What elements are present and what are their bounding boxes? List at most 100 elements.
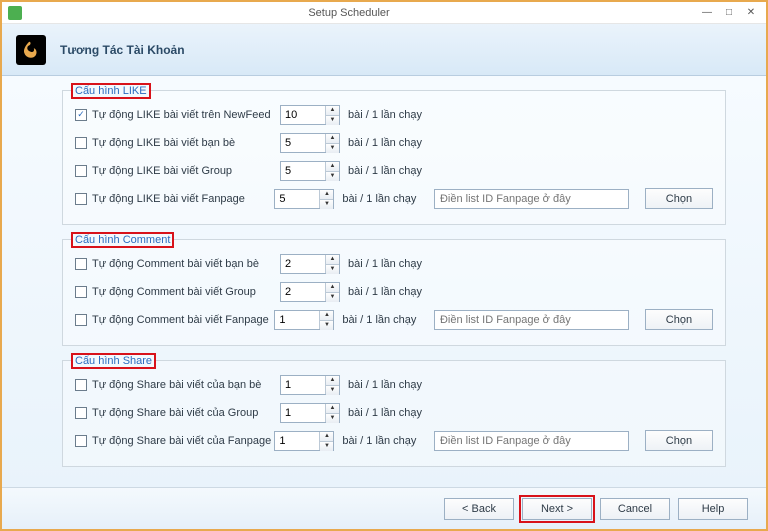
share-friends-spinner[interactable]: ▲▼ xyxy=(280,375,340,395)
share-friends-checkbox[interactable] xyxy=(75,379,87,391)
next-button[interactable]: Next > xyxy=(522,498,592,520)
minimize-button[interactable]: — xyxy=(698,6,716,20)
share-friends-label: Tự động Share bài viết của bạn bè xyxy=(92,379,261,391)
like-row-newfeed: Tự động LIKE bài viết trên NewFeed ▲▼ bà… xyxy=(75,102,713,127)
chevron-down-icon[interactable]: ▼ xyxy=(326,386,339,395)
spinner-arrows[interactable]: ▲▼ xyxy=(325,134,339,152)
like-fanpage-value[interactable] xyxy=(275,190,319,208)
group-comment-legend: Cấu hình Comment xyxy=(71,232,174,248)
chevron-up-icon[interactable]: ▲ xyxy=(326,255,339,265)
spinner-arrows[interactable]: ▲▼ xyxy=(319,432,333,450)
like-newfeed-checkbox[interactable] xyxy=(75,109,87,121)
comment-row-fanpage: Tự động Comment bài viết Fanpage ▲▼ bài … xyxy=(75,307,713,332)
window: Setup Scheduler — □ ✕ Tương Tác Tài Khoả… xyxy=(0,0,768,531)
share-fanpage-value[interactable] xyxy=(275,432,319,450)
like-friends-value[interactable] xyxy=(281,134,325,152)
like-friends-spinner[interactable]: ▲▼ xyxy=(280,133,340,153)
close-button[interactable]: ✕ xyxy=(742,6,760,20)
share-fanpage-checkbox[interactable] xyxy=(75,435,87,447)
like-group-spinner[interactable]: ▲▼ xyxy=(280,161,340,181)
like-row-friends: Tự động LIKE bài viết bạn bè ▲▼ bài / 1 … xyxy=(75,130,713,155)
comment-friends-value[interactable] xyxy=(281,255,325,273)
share-fanpage-ids-input[interactable] xyxy=(434,431,629,451)
chevron-up-icon[interactable]: ▲ xyxy=(326,404,339,414)
chevron-up-icon[interactable]: ▲ xyxy=(326,283,339,293)
comment-fanpage-label: Tự động Comment bài viết Fanpage xyxy=(92,314,269,326)
chevron-down-icon[interactable]: ▼ xyxy=(326,116,339,125)
share-row-fanpage: Tự động Share bài viết của Fanpage ▲▼ bà… xyxy=(75,428,713,453)
chevron-up-icon[interactable]: ▲ xyxy=(326,162,339,172)
like-group-unit: bài / 1 lần chạy xyxy=(348,165,438,177)
share-row-friends: Tự động Share bài viết của bạn bè ▲▼ bài… xyxy=(75,372,713,397)
share-fanpage-unit: bài / 1 lần chạy xyxy=(342,435,430,447)
comment-fanpage-choose-button[interactable]: Chọn xyxy=(645,309,713,330)
chevron-up-icon[interactable]: ▲ xyxy=(326,106,339,116)
chevron-up-icon[interactable]: ▲ xyxy=(326,134,339,144)
comment-fanpage-spinner[interactable]: ▲▼ xyxy=(274,310,334,330)
like-newfeed-label: Tự động LIKE bài viết trên NewFeed xyxy=(92,109,271,121)
share-group-checkbox[interactable] xyxy=(75,407,87,419)
chevron-up-icon[interactable]: ▲ xyxy=(320,190,333,200)
chevron-down-icon[interactable]: ▼ xyxy=(326,172,339,181)
group-share-legend: Cấu hình Share xyxy=(71,353,156,369)
maximize-button[interactable]: □ xyxy=(720,6,738,20)
chevron-down-icon[interactable]: ▼ xyxy=(320,200,333,209)
like-friends-checkbox[interactable] xyxy=(75,137,87,149)
comment-friends-checkbox[interactable] xyxy=(75,258,87,270)
spinner-arrows[interactable]: ▲▼ xyxy=(319,190,333,208)
chevron-up-icon[interactable]: ▲ xyxy=(326,376,339,386)
chevron-down-icon[interactable]: ▼ xyxy=(326,293,339,302)
comment-group-value[interactable] xyxy=(281,283,325,301)
spinner-arrows[interactable]: ▲▼ xyxy=(325,404,339,422)
header-band: Tương Tác Tài Khoản xyxy=(2,24,766,76)
comment-fanpage-value[interactable] xyxy=(275,311,319,329)
comment-friends-unit: bài / 1 lần chạy xyxy=(348,258,438,270)
comment-friends-spinner[interactable]: ▲▼ xyxy=(280,254,340,274)
share-group-spinner[interactable]: ▲▼ xyxy=(280,403,340,423)
share-friends-value[interactable] xyxy=(281,376,325,394)
chevron-down-icon[interactable]: ▼ xyxy=(320,321,333,330)
like-newfeed-value[interactable] xyxy=(281,106,325,124)
like-row-fanpage: Tự động LIKE bài viết Fanpage ▲▼ bài / 1… xyxy=(75,186,713,211)
chevron-down-icon[interactable]: ▼ xyxy=(326,144,339,153)
like-newfeed-spinner[interactable]: ▲▼ xyxy=(280,105,340,125)
comment-group-checkbox[interactable] xyxy=(75,286,87,298)
spinner-arrows[interactable]: ▲▼ xyxy=(325,283,339,301)
chevron-up-icon[interactable]: ▲ xyxy=(320,311,333,321)
help-button[interactable]: Help xyxy=(678,498,748,520)
share-fanpage-spinner[interactable]: ▲▼ xyxy=(274,431,334,451)
share-group-value[interactable] xyxy=(281,404,325,422)
spinner-arrows[interactable]: ▲▼ xyxy=(325,162,339,180)
like-newfeed-unit: bài / 1 lần chạy xyxy=(348,109,438,121)
like-fanpage-ids-input[interactable] xyxy=(434,189,629,209)
content-area: Cấu hình LIKE Tự động LIKE bài viết trên… xyxy=(2,76,766,487)
share-row-group: Tự động Share bài viết của Group ▲▼ bài … xyxy=(75,400,713,425)
comment-fanpage-checkbox[interactable] xyxy=(75,314,87,326)
like-fanpage-checkbox[interactable] xyxy=(75,193,87,205)
chevron-down-icon[interactable]: ▼ xyxy=(320,442,333,451)
like-friends-unit: bài / 1 lần chạy xyxy=(348,137,438,149)
spinner-arrows[interactable]: ▲▼ xyxy=(325,255,339,273)
chevron-down-icon[interactable]: ▼ xyxy=(326,265,339,274)
like-group-value[interactable] xyxy=(281,162,325,180)
spinner-arrows[interactable]: ▲▼ xyxy=(325,376,339,394)
comment-group-spinner[interactable]: ▲▼ xyxy=(280,282,340,302)
spinner-arrows[interactable]: ▲▼ xyxy=(325,106,339,124)
window-title: Setup Scheduler xyxy=(0,7,698,19)
chevron-down-icon[interactable]: ▼ xyxy=(326,414,339,423)
group-like: Cấu hình LIKE Tự động LIKE bài viết trên… xyxy=(62,90,726,225)
chevron-up-icon[interactable]: ▲ xyxy=(320,432,333,442)
page-title: Tương Tác Tài Khoản xyxy=(60,43,185,57)
comment-fanpage-ids-input[interactable] xyxy=(434,310,629,330)
share-group-label: Tự động Share bài viết của Group xyxy=(92,407,258,419)
spinner-arrows[interactable]: ▲▼ xyxy=(319,311,333,329)
cancel-button[interactable]: Cancel xyxy=(600,498,670,520)
back-button[interactable]: < Back xyxy=(444,498,514,520)
share-fanpage-choose-button[interactable]: Chọn xyxy=(645,430,713,451)
like-fanpage-spinner[interactable]: ▲▼ xyxy=(274,189,334,209)
share-group-unit: bài / 1 lần chạy xyxy=(348,407,438,419)
like-group-checkbox[interactable] xyxy=(75,165,87,177)
comment-row-group: Tự động Comment bài viết Group ▲▼ bài / … xyxy=(75,279,713,304)
like-fanpage-choose-button[interactable]: Chọn xyxy=(645,188,713,209)
share-fanpage-label: Tự động Share bài viết của Fanpage xyxy=(92,435,271,447)
